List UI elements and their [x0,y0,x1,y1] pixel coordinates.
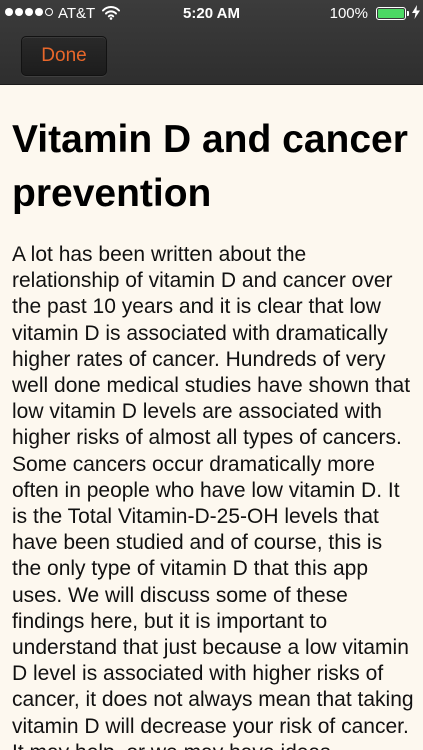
battery-percent: 100% [329,5,368,22]
article-title: Vitamin D and cancer prevention [12,118,408,215]
done-button[interactable]: Done [21,36,107,76]
battery-level-fill [378,9,404,18]
status-bar: AT&T 5:20 AM 100% [0,0,423,28]
article-body: A lot has been written about the relatio… [12,243,414,750]
battery-icon [376,7,406,20]
article-content[interactable]: Vitamin D and cancer prevention A lot ha… [0,85,423,750]
charging-bolt-icon [412,5,420,22]
top-bar: AT&T 5:20 AM 100% Done [0,0,423,85]
battery-tip [407,11,409,16]
